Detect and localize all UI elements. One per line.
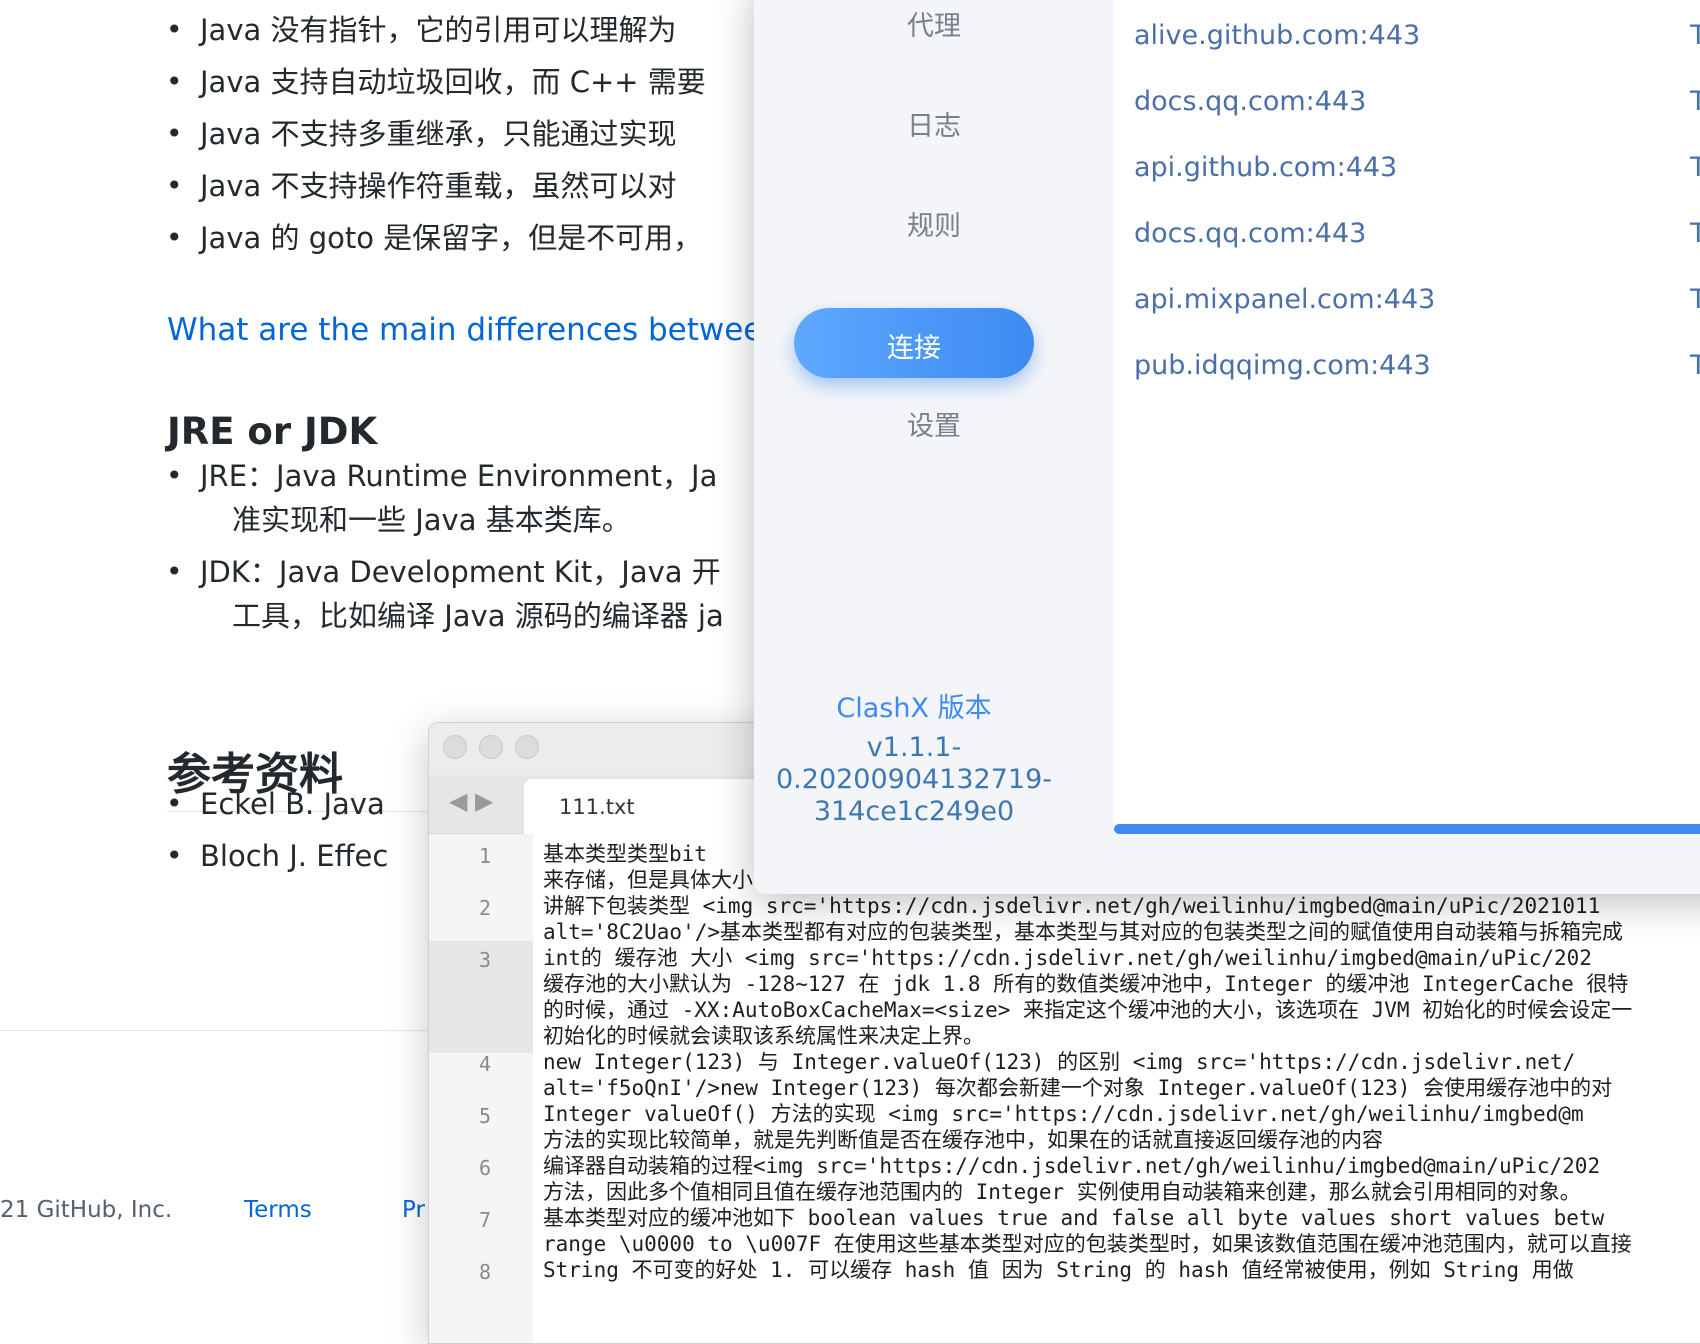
bullet-item: Java 的 goto 是保留字，但是不可用， [166, 214, 702, 262]
code-line[interactable]: alt='f5oQnI'/>new Integer(123) 每次都会新建一个对… [543, 1074, 1612, 1102]
bullet-item-jre: JRE：Java Runtime Environment，Ja [166, 452, 717, 500]
version-text: 314ce1c249e0 [813, 796, 1015, 827]
line-number: 5 [478, 1104, 491, 1128]
bullet-item: Java 不支持操作符重载，虽然可以对 [166, 162, 677, 210]
connection-host[interactable]: api.mixpanel.com:443 [1134, 284, 1435, 315]
line-number: 3 [478, 948, 491, 972]
bullet-item-jre-cont: 准实现和一些 Java 基本类库。 [232, 503, 631, 537]
connection-type: T [1690, 152, 1700, 183]
code-line[interactable]: String 不可变的好处 1. 可以缓存 hash 值 因为 String 的… [543, 1256, 1574, 1284]
loading-progress-bar [1114, 824, 1700, 834]
line-number: 7 [478, 1208, 491, 1232]
connection-host[interactable]: docs.qq.com:443 [1134, 218, 1366, 249]
line-number: 1 [478, 844, 491, 868]
code-line[interactable]: 编译器自动装箱的过程<img src='https://cdn.jsdelivr… [543, 1152, 1600, 1180]
code-line[interactable]: new Integer(123) 与 Integer.valueOf(123) … [543, 1048, 1575, 1076]
code-line[interactable]: 基本类型对应的缓冲池如下 boolean values true and fal… [543, 1204, 1604, 1232]
reference-item: Bloch J. Effec [166, 832, 388, 880]
connection-type: T [1690, 218, 1700, 249]
connection-type: T [1690, 284, 1700, 315]
stackoverflow-link[interactable]: What are the main differences between J [167, 312, 801, 348]
version-title: ClashX 版本 [836, 693, 992, 724]
code-line[interactable]: 方法，因此多个值相同且值在缓存池范围内的 Integer 实例使用自动装箱来创建… [543, 1178, 1581, 1206]
code-line[interactable]: 基本类型类型bit [543, 840, 707, 868]
footer-privacy-link[interactable]: Pr [402, 1197, 425, 1223]
footer-copyright: 21 GitHub, Inc. [0, 1197, 173, 1223]
code-line[interactable]: 初始化的时候就会读取该系统属性来决定上界。 [543, 1022, 984, 1050]
bullet-item-jdk-cont: 工具，比如编译 Java 源码的编译器 ja [232, 599, 724, 633]
clashx-window: 代理 日志 规则 连接 设置 ClashX 版本 v1.1.1- 0.20200… [754, 0, 1700, 894]
version-text: v1.1.1- [866, 732, 962, 763]
line-number: 2 [478, 896, 491, 920]
bullet-item: Java 不支持多重继承，只能通过实现 [166, 110, 677, 158]
code-line[interactable]: int的 缓存池 大小 <img src='https://cdn.jsdeli… [543, 944, 1592, 972]
bullet-item-jdk: JDK：Java Development Kit，Java 开 [166, 548, 721, 596]
minimize-window-button[interactable] [479, 735, 503, 759]
sidebar-item-connections-label: 连接 [887, 333, 941, 364]
connection-type: T [1690, 20, 1700, 51]
close-window-button[interactable] [443, 735, 467, 759]
zoom-window-button[interactable] [515, 735, 539, 759]
line-number: 4 [478, 1052, 491, 1076]
tab-label: 111.txt [559, 795, 635, 819]
code-line[interactable]: alt='8C2Uao'/>基本类型都有对应的包装类型，基本类型与其对应的包装类… [543, 918, 1623, 946]
connection-host[interactable]: docs.qq.com:443 [1134, 86, 1366, 117]
sidebar-item-rules[interactable]: 规则 [754, 204, 1114, 243]
reference-item: Eckel B. Java [166, 780, 385, 828]
line-number: 6 [478, 1156, 491, 1180]
code-line[interactable]: 的时候，通过 -XX:AutoBoxCacheMax=<size> 来指定这个缓… [543, 996, 1632, 1024]
version-text: 0.20200904132719- [776, 764, 1052, 795]
code-line[interactable]: 来存储，但是具体大小 [543, 866, 753, 894]
connection-host[interactable]: api.github.com:443 [1134, 152, 1397, 183]
footer-terms-link[interactable]: Terms [244, 1197, 312, 1223]
code-line[interactable]: range \u0000 to \u007F 在使用这些基本类型对应的包装类型时… [543, 1230, 1632, 1258]
connections-list: alive.github.com:443 T docs.qq.com:443 T… [1114, 0, 1700, 834]
nav-forward-icon[interactable]: ▶ [475, 787, 493, 815]
connection-host[interactable]: alive.github.com:443 [1134, 20, 1420, 51]
bullet-item: Java 支持自动垃圾回收，而 C++ 需要 [166, 58, 706, 106]
code-line[interactable]: 缓存池的大小默认为 -128~127 在 jdk 1.8 所有的数值类缓冲池中，… [543, 970, 1628, 998]
code-line[interactable]: 方法的实现比较简单，就是先判断值是否在缓存池中，如果在的话就直接返回缓存池的内容 [543, 1126, 1383, 1154]
line-number: 8 [478, 1260, 491, 1284]
sidebar-item-settings[interactable]: 设置 [754, 404, 1114, 443]
connection-type: T [1690, 86, 1700, 117]
sidebar-item-log[interactable]: 日志 [754, 104, 1114, 143]
code-line[interactable]: 讲解下包装类型 <img src='https://cdn.jsdelivr.n… [543, 892, 1600, 920]
nav-back-icon[interactable]: ◀ [449, 787, 467, 815]
connection-host[interactable]: pub.idqqimg.com:443 [1134, 350, 1431, 381]
sidebar-item-proxy[interactable]: 代理 [754, 4, 1114, 43]
connection-type: T [1690, 350, 1700, 381]
bullet-item: Java 没有指针，它的引用可以理解为 [166, 6, 677, 54]
section-heading-jre: JRE or JDK [167, 410, 378, 453]
clashx-sidebar: 代理 日志 规则 连接 设置 ClashX 版本 v1.1.1- 0.20200… [754, 0, 1114, 894]
code-line[interactable]: Integer valueOf() 方法的实现 <img src='https:… [543, 1100, 1584, 1128]
